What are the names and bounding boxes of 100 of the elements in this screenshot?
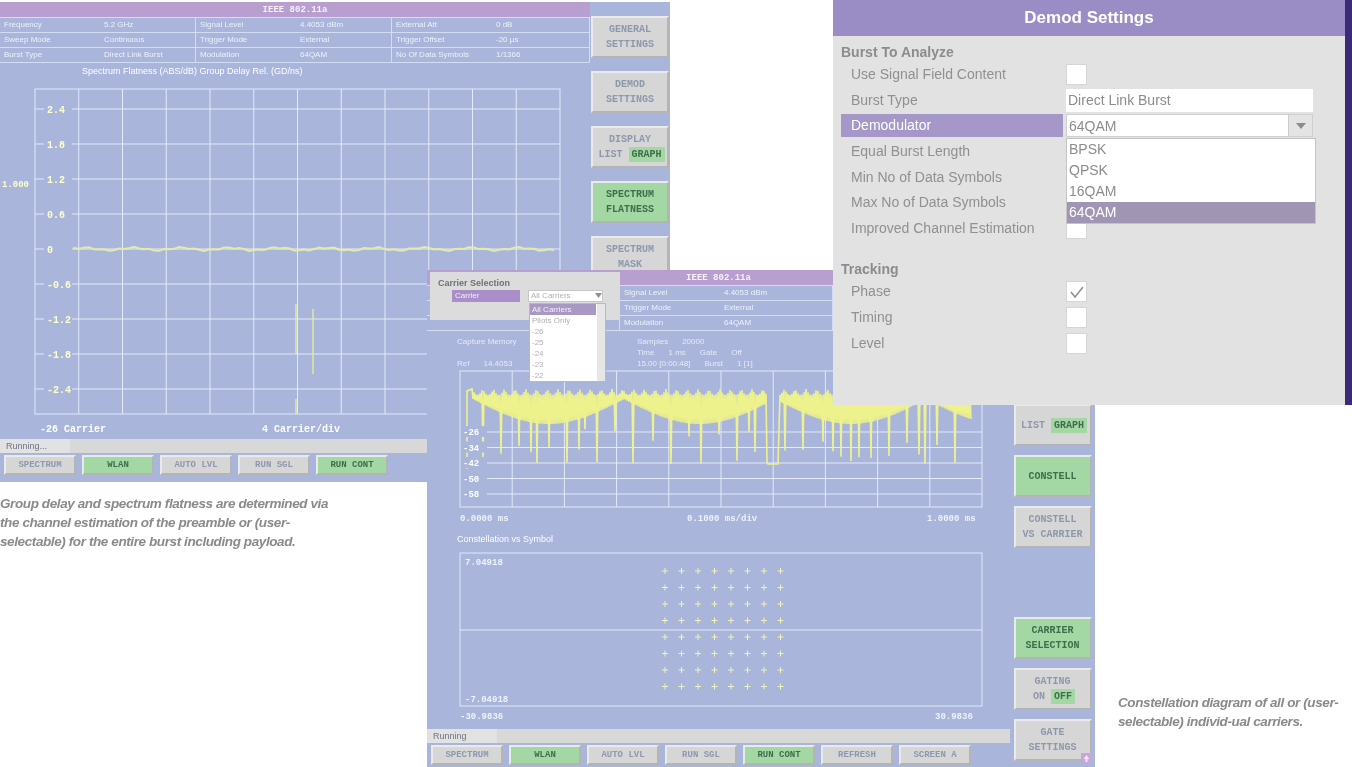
toggle-softkey[interactable]: DISPLAY LIST GRAPH	[591, 126, 669, 168]
table-cell: 5.2 GHz	[100, 18, 196, 33]
axis-label: 0.1000 ms/div	[687, 514, 758, 524]
field-label[interactable]: Level	[841, 331, 1063, 355]
dropdown-arrow-icon	[1295, 123, 1306, 129]
carrier-dropdown[interactable]: All Carriers	[528, 290, 603, 302]
screen-title-bar: IEEE 802.11a	[0, 2, 590, 17]
softkey-button[interactable]: RUN CONT	[743, 745, 815, 765]
softkey-button[interactable]: GATE SETTINGS	[1013, 719, 1092, 761]
softkey-button[interactable]: SPECTRUM	[431, 745, 503, 765]
axis-tick-label: 1.8	[47, 140, 65, 151]
softkey-button[interactable]: AUTO LVL	[587, 745, 659, 765]
dropdown-option[interactable]: -25	[530, 337, 596, 348]
field-label[interactable]: Equal Burst Length	[841, 140, 1063, 164]
table-cell: Burst Type	[0, 48, 100, 63]
axis-tick-label: -30.9836	[460, 712, 504, 722]
axis-tick-label: -50	[463, 474, 480, 485]
axis-tick-label: -1.8	[47, 350, 71, 361]
chart-title: Spectrum Flatness (ABS/dB) Group Delay Rel. (GD/ns)	[81, 65, 304, 78]
dropdown-option[interactable]: -24	[530, 348, 596, 359]
table-cell: External Att	[392, 18, 492, 33]
softkey-button[interactable]: CONSTELL	[1013, 455, 1092, 497]
dropdown-value: 64QAM	[1069, 117, 1117, 137]
toggle-option[interactable]: GRAPH	[628, 147, 665, 162]
dropdown-option[interactable]: Pilots Only	[530, 315, 596, 326]
table-cell: External	[296, 33, 392, 48]
axis-tick-label: -26	[463, 428, 480, 438]
softkey-button[interactable]: DEMOD SETTINGS	[591, 71, 669, 113]
table-cell: 1/1366	[492, 48, 590, 63]
field-label[interactable]: Burst Type	[841, 88, 1063, 112]
dropdown-option[interactable]: QPSK	[1067, 160, 1315, 182]
softkey-button[interactable]: RUN CONT	[316, 455, 388, 475]
axis-tick-label: -34	[463, 443, 480, 454]
dropdown-field[interactable]: 64QAM	[1066, 114, 1313, 138]
softkey-button[interactable]: RUN SGL	[238, 455, 310, 475]
dropdown-option[interactable]: 64QAM	[1067, 202, 1315, 224]
table-cell: 4.4053 dBm	[296, 18, 392, 33]
up-arrow-icon	[1081, 753, 1092, 764]
axis-tick-label: 1.2	[47, 175, 65, 186]
checkbox[interactable]	[1066, 281, 1087, 303]
softkey-button[interactable]: GENERAL SETTINGS	[591, 16, 669, 58]
info-text: 14.4053	[483, 358, 513, 369]
dropdown-option[interactable]: BPSK	[1067, 139, 1315, 161]
field-label[interactable]: Demodulator	[841, 114, 1063, 138]
softkey-title: GATING	[1034, 675, 1071, 689]
checkmark-icon	[1068, 284, 1085, 299]
marker-label: 1.000	[2, 180, 29, 190]
axis-label: -26 Carrier	[40, 424, 106, 435]
field-label[interactable]: Use Signal Field Content	[841, 63, 1063, 87]
checkbox[interactable]	[1066, 307, 1087, 329]
field-label[interactable]: Timing	[841, 306, 1063, 330]
checkbox[interactable]	[1066, 64, 1087, 86]
table-cell: Signal Level	[196, 18, 296, 33]
status-text: Running	[427, 729, 497, 743]
softkey-button[interactable]: SPECTRUM	[4, 455, 76, 475]
toggle-option[interactable]: OFF	[1051, 689, 1075, 704]
axis-tick-label: 30.9836	[935, 712, 973, 722]
table-cell: Continuous	[100, 33, 196, 48]
chart-title: Constellation vs Symbol	[456, 533, 555, 546]
axis-tick-label: -7.04918	[465, 695, 509, 705]
table-cell: Trigger Offset	[392, 33, 492, 48]
table-cell: 64QAM	[296, 48, 392, 63]
checkbox[interactable]	[1066, 332, 1087, 354]
table-cell: No Of Data Symbols	[392, 48, 492, 63]
text-field[interactable]: Direct Link Burst	[1066, 88, 1313, 112]
softkey-button[interactable]: WLAN	[509, 745, 581, 765]
toggle-option[interactable]: ON	[1030, 689, 1048, 704]
axis-tick-label: -42	[463, 459, 480, 469]
dropdown-option[interactable]: -26	[530, 326, 596, 337]
axis-tick-label: -2.4	[47, 385, 71, 396]
softkey-button[interactable]: CONSTELL VS CARRIER	[1013, 506, 1092, 548]
softkey-button[interactable]: WLAN	[82, 455, 154, 475]
toggle-softkey[interactable]: GATING ON OFF	[1013, 668, 1092, 710]
caption-text: Group delay and spectrum flatness are determined via the channel estimation of the preamble or (user-selectable) for the entire burst including payload.	[0, 495, 330, 551]
table-cell: Frequency	[0, 18, 100, 33]
softkey-button[interactable]: REFRESH	[821, 745, 893, 765]
toggle-option[interactable]: LIST	[1018, 417, 1048, 433]
softkey-button[interactable]: SCREEN A	[899, 745, 971, 765]
axis-label: 0.0000 ms	[460, 514, 509, 524]
dropdown-option[interactable]: -23	[530, 359, 596, 370]
table-cell: Modulation	[196, 48, 296, 63]
dropdown-option[interactable]: -22	[530, 370, 596, 381]
field-label[interactable]: Improved Channel Estimation	[841, 216, 1063, 240]
dropdown-option[interactable]: All Carriers	[530, 304, 596, 315]
axis-tick-label: 0	[47, 245, 53, 256]
dropdown-option[interactable]: 16QAM	[1067, 181, 1315, 203]
field-label[interactable]: Min No of Data Symbols	[841, 165, 1063, 189]
toggle-option[interactable]: GRAPH	[1051, 417, 1087, 433]
softkey-button[interactable]: CARRIER SELECTION	[1013, 617, 1092, 659]
softkey-button[interactable]: AUTO LVL	[160, 455, 232, 475]
toggle-option[interactable]: LIST	[595, 147, 626, 162]
softkey-button[interactable]: SPECTRUM FLATNESS	[591, 181, 669, 223]
field-label[interactable]: Max No of Data Symbols	[841, 191, 1063, 215]
axis-label: 4 Carrier/div	[262, 424, 340, 435]
table-cell: Trigger Mode	[196, 33, 296, 48]
status-text: Running...	[0, 439, 70, 453]
toggle-softkey[interactable]: LIST GRAPH	[1013, 404, 1092, 446]
axis-tick-label: -0.6	[47, 280, 71, 291]
softkey-button[interactable]: RUN SGL	[665, 745, 737, 765]
caption-text: Constellation diagram of all or (user-selectable) individ-ual carriers.	[1118, 694, 1340, 731]
